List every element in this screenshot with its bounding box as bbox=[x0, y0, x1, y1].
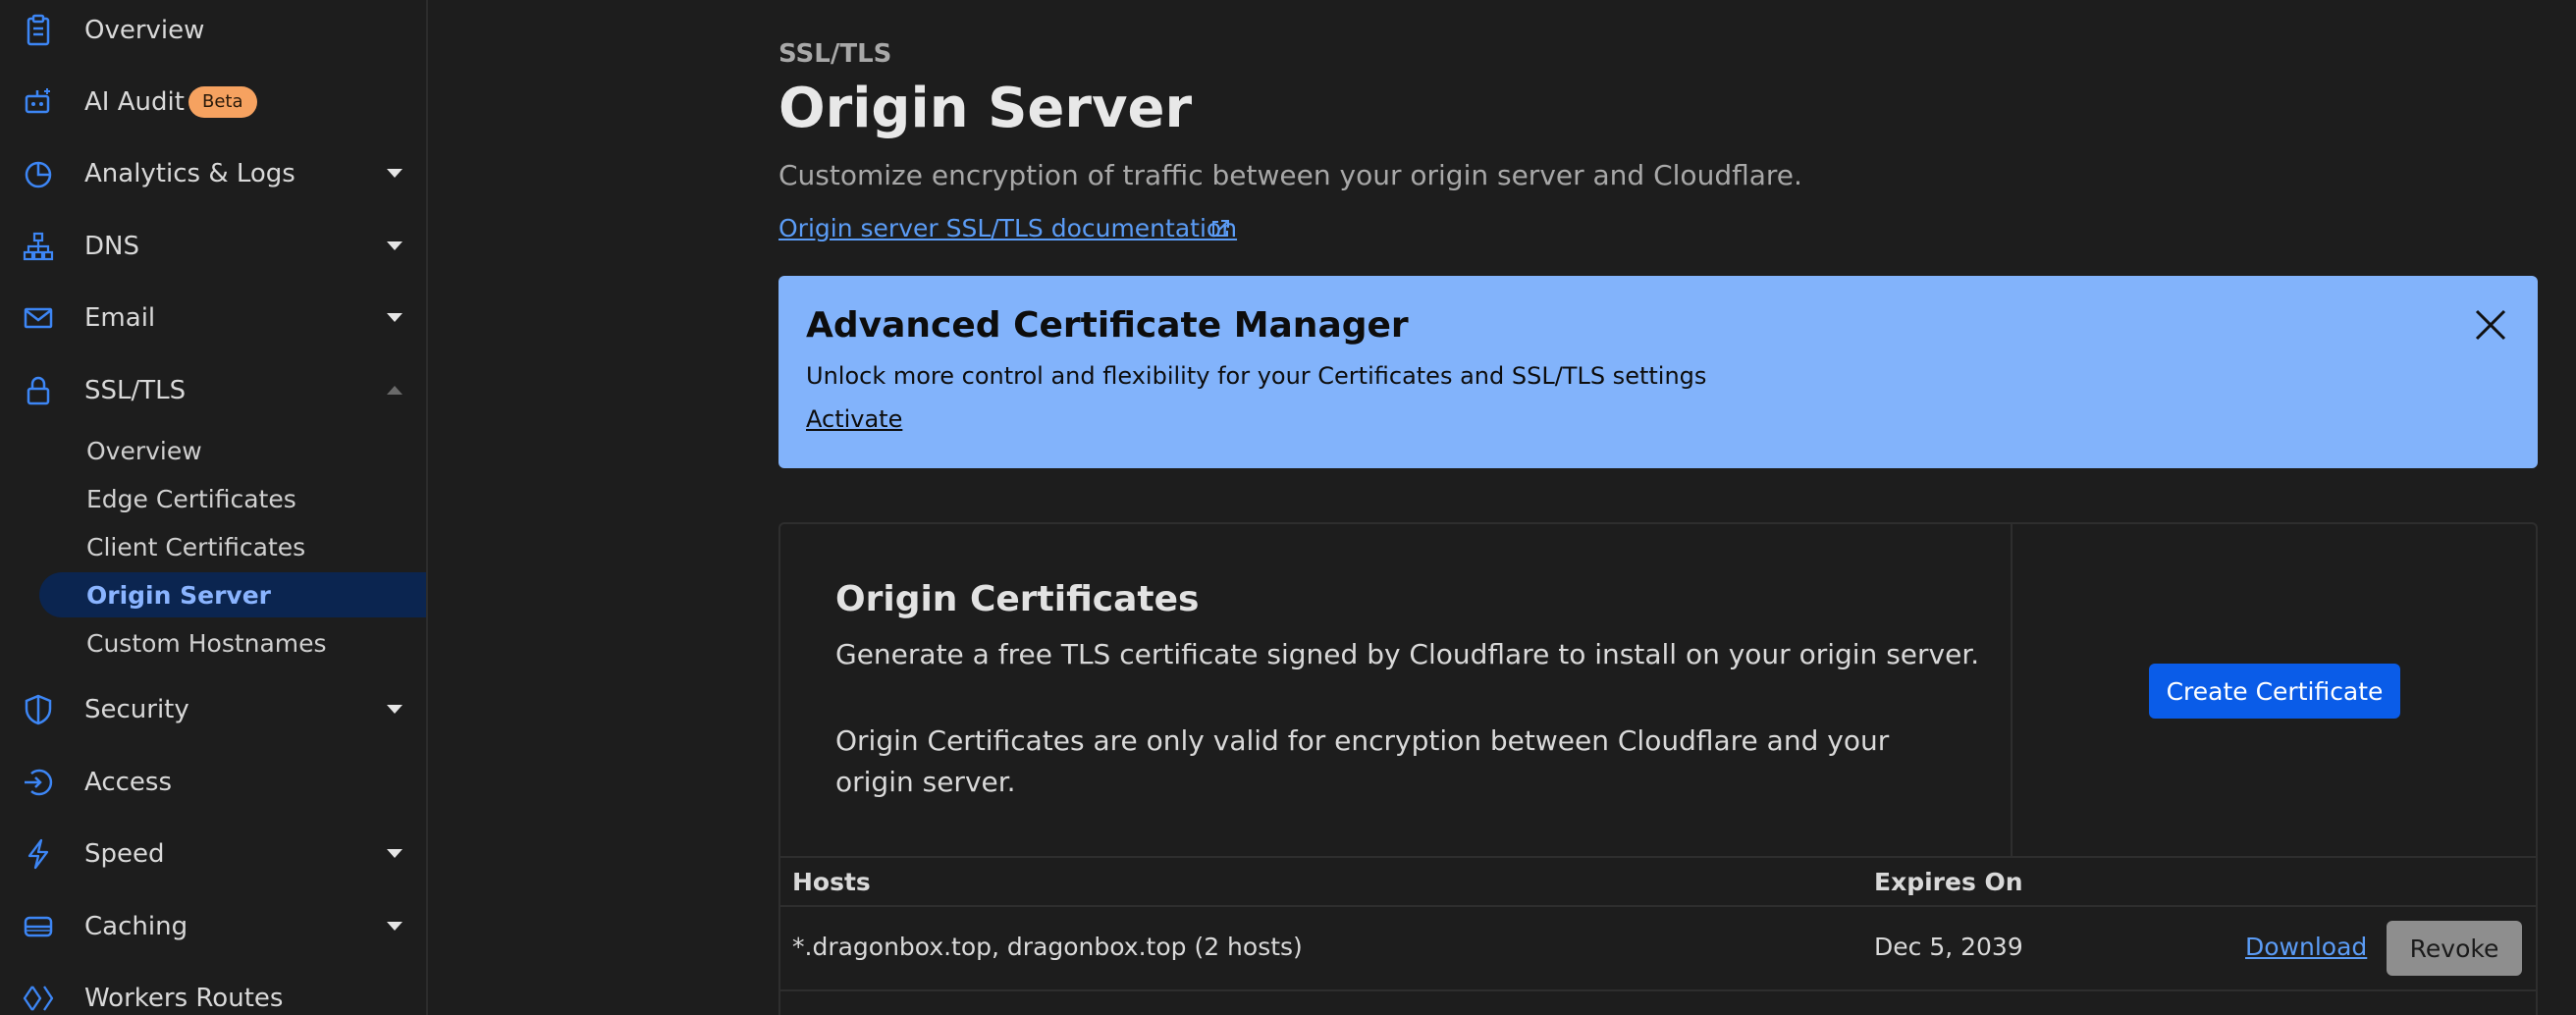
sidebar-item-label: DNS bbox=[84, 232, 139, 261]
card-title: Origin Certificates bbox=[835, 579, 1200, 619]
clipboard-icon bbox=[27, 14, 50, 46]
external-link-icon[interactable] bbox=[1209, 218, 1231, 240]
download-link[interactable]: Download bbox=[2245, 933, 2367, 961]
banner-title: Advanced Certificate Manager bbox=[806, 305, 1409, 346]
sidebar-item-label: Speed bbox=[84, 839, 165, 869]
sidebar-item-label: Security bbox=[84, 695, 189, 724]
sidebar-subitem-overview[interactable]: Overview bbox=[39, 428, 426, 473]
sidebar-item-dns[interactable]: DNS bbox=[0, 217, 426, 276]
breadcrumb: SSL/TLS bbox=[778, 39, 892, 69]
workers-icon bbox=[23, 986, 54, 1011]
revoke-button[interactable]: Revoke bbox=[2387, 921, 2522, 976]
sidebar-subitem-origin-server[interactable]: Origin Server bbox=[39, 572, 426, 617]
lightning-icon bbox=[27, 838, 49, 870]
sidebar-item-email[interactable]: Email bbox=[0, 289, 426, 347]
chevron-down-icon bbox=[387, 169, 402, 178]
divider bbox=[2011, 524, 2012, 856]
sidebar-item-label: Access bbox=[84, 768, 173, 797]
sidebar-subitem-edge-certificates[interactable]: Edge Certificates bbox=[39, 476, 426, 521]
chevron-down-icon bbox=[387, 705, 402, 714]
sidebar-subitem-custom-hostnames[interactable]: Custom Hostnames bbox=[39, 620, 426, 666]
network-icon bbox=[23, 232, 54, 261]
access-icon bbox=[25, 769, 53, 796]
robot-icon bbox=[25, 88, 50, 114]
hosts-cell: *.dragonbox.top, dragonbox.top (2 hosts) bbox=[792, 933, 1303, 961]
card-description: Generate a free TLS certificate signed b… bbox=[835, 638, 1980, 670]
sidebar-subitem-client-certificates[interactable]: Client Certificates bbox=[39, 524, 426, 569]
sidebar-subitem-label: Origin Server bbox=[86, 580, 271, 610]
page-subtitle: Customize encryption of traffic between … bbox=[778, 159, 1802, 191]
beta-badge: Beta bbox=[188, 86, 257, 118]
sidebar-item-speed[interactable]: Speed bbox=[0, 825, 426, 883]
sidebar-item-label: Overview bbox=[84, 16, 205, 45]
chevron-down-icon bbox=[387, 849, 402, 858]
activate-link[interactable]: Activate bbox=[806, 405, 902, 433]
column-header-hosts: Hosts bbox=[792, 868, 871, 896]
sidebar-item-label: Workers Routes bbox=[84, 984, 284, 1013]
acm-banner: Advanced Certificate Manager Unlock more… bbox=[778, 276, 2538, 468]
chevron-down-icon bbox=[387, 241, 402, 250]
pie-chart-icon bbox=[25, 161, 52, 188]
page-title: Origin Server bbox=[778, 77, 1193, 140]
card-note: Origin Certificates are only valid for e… bbox=[835, 724, 1890, 798]
column-header-expires: Expires On bbox=[1874, 868, 2023, 896]
sidebar-item-label: SSL/TLS bbox=[84, 376, 187, 405]
sidebar: Overview AI Audit Beta Analytics & Logs … bbox=[0, 0, 428, 1015]
table-header: Hosts Expires On bbox=[780, 856, 2536, 907]
chevron-down-icon bbox=[387, 922, 402, 931]
sidebar-subitem-label: Client Certificates bbox=[86, 532, 306, 561]
sidebar-item-ssl-tls[interactable]: SSL/TLS bbox=[0, 361, 426, 420]
sidebar-item-security[interactable]: Security bbox=[0, 680, 426, 739]
sidebar-subitem-label: Custom Hostnames bbox=[86, 628, 327, 658]
server-stack-icon bbox=[24, 916, 53, 937]
sidebar-subitem-label: Edge Certificates bbox=[86, 484, 296, 513]
lock-icon bbox=[27, 376, 50, 405]
sidebar-item-overview[interactable]: Overview bbox=[0, 1, 426, 60]
origin-certificates-card: Origin Certificates Generate a free TLS … bbox=[778, 522, 2538, 1015]
sidebar-item-access[interactable]: Access bbox=[0, 753, 426, 812]
sidebar-item-workers-routes[interactable]: Workers Routes bbox=[0, 969, 426, 1015]
sidebar-subitem-label: Overview bbox=[86, 436, 202, 465]
sidebar-item-label: Caching bbox=[84, 912, 188, 941]
chevron-up-icon bbox=[387, 386, 402, 395]
shield-icon bbox=[25, 694, 52, 725]
table-row: *.dragonbox.top, dragonbox.top (2 hosts)… bbox=[780, 907, 2536, 991]
envelope-icon bbox=[24, 307, 53, 329]
sidebar-item-analytics[interactable]: Analytics & Logs bbox=[0, 144, 426, 203]
banner-text: Unlock more control and flexibility for … bbox=[806, 362, 1707, 390]
documentation-link[interactable]: Origin server SSL/TLS documentation bbox=[778, 214, 1237, 242]
sidebar-item-label: Email bbox=[84, 303, 156, 333]
sidebar-item-label: AI Audit bbox=[84, 87, 185, 117]
expires-cell: Dec 5, 2039 bbox=[1874, 933, 2023, 961]
chevron-down-icon bbox=[387, 313, 402, 322]
close-icon[interactable] bbox=[2469, 303, 2512, 347]
create-certificate-button[interactable]: Create Certificate bbox=[2149, 664, 2400, 719]
sidebar-item-caching[interactable]: Caching bbox=[0, 897, 426, 956]
sidebar-item-label: Analytics & Logs bbox=[84, 159, 295, 188]
